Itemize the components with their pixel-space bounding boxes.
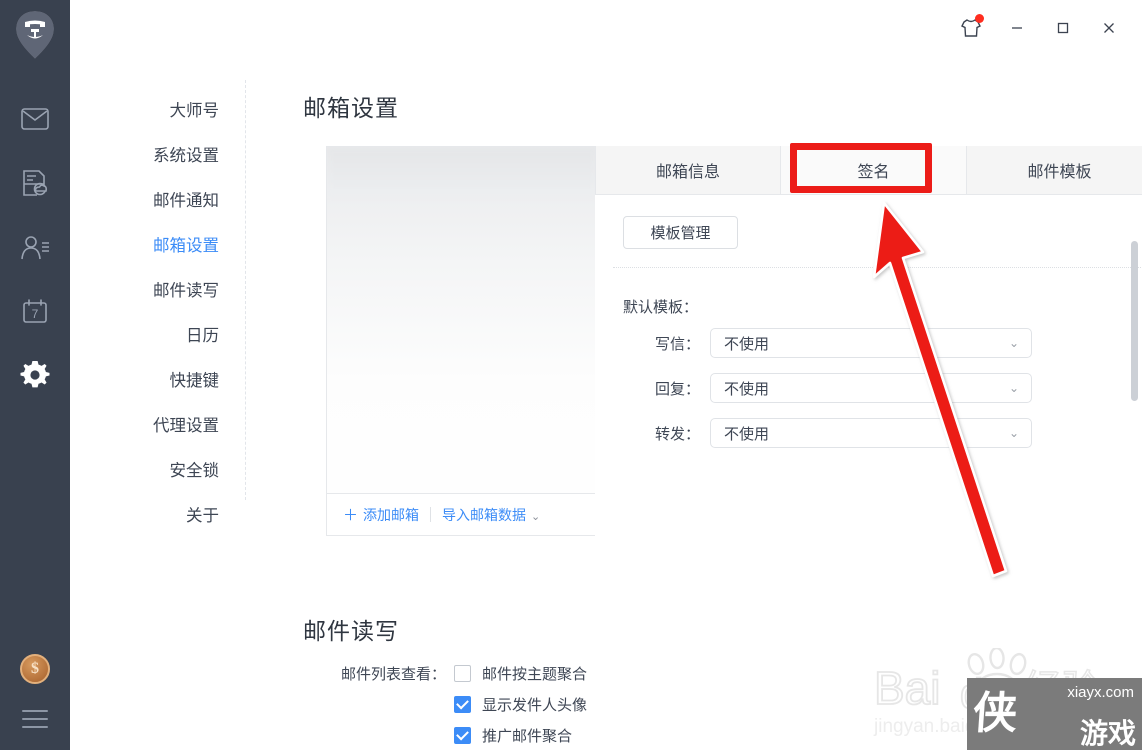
notification-dot (975, 14, 984, 23)
tab-label: 邮箱信息 (655, 164, 720, 181)
chevron-down-icon: ⌄ (531, 510, 541, 523)
tab-mail-template[interactable]: 邮件模板 (967, 146, 1142, 195)
scrollbar-track[interactable] (1131, 56, 1140, 750)
field-label: 转发： (654, 425, 700, 443)
checkbox-row-show-sender-avatar[interactable]: 显示发件人头像 (454, 694, 587, 715)
minimize-button[interactable] (994, 8, 1040, 48)
add-mailbox-label: 添加邮箱 (363, 507, 420, 523)
page-title: 邮箱设置 (303, 95, 399, 121)
nav-label: 日历 (186, 326, 219, 345)
main-content: 邮箱设置 ＋添加邮箱 导入邮箱数据 ⌄ 邮箱信息 签名 邮件模板 模板管理 默认… (246, 56, 1142, 750)
checkbox-show-sender-avatar[interactable] (454, 696, 471, 713)
coin-icon[interactable]: $ (20, 654, 50, 684)
xiayx-site-label: xiayx.com (1067, 684, 1134, 701)
rail-icon-list: 7 (12, 96, 58, 416)
sidebar-item-about[interactable]: 关于 (70, 491, 245, 536)
mailbox-settings-card: ＋添加邮箱 导入邮箱数据 ⌄ 邮箱信息 签名 邮件模板 模板管理 默认模板： 写… (326, 146, 1142, 536)
nav-label: 快捷键 (169, 371, 220, 390)
import-label: 导入邮箱数据 (442, 506, 527, 523)
title-bar (70, 0, 1142, 56)
chevron-down-icon: ⌄ (1008, 426, 1019, 440)
reply-template-select[interactable]: 不使用 ⌄ (710, 373, 1032, 403)
field-row-forward: 转发： 不使用 ⌄ (623, 418, 1142, 448)
sidebar-item-calendar[interactable]: 日历 (70, 311, 245, 356)
sidebar-item-proxy-settings[interactable]: 代理设置 (70, 401, 245, 446)
rail-bottom-group: $ (0, 654, 70, 750)
plus-icon: ＋ (343, 507, 359, 524)
section-divider (613, 267, 1142, 268)
add-mailbox-button[interactable]: ＋添加邮箱 (343, 504, 419, 525)
checkbox-row-group-by-subject[interactable]: 邮件按主题聚合 (454, 663, 587, 684)
sidebar-item-master-id[interactable]: 大师号 (70, 86, 245, 131)
nav-label: 大师号 (169, 101, 220, 120)
select-value: 不使用 (724, 335, 770, 353)
chevron-down-icon: ⌄ (1008, 381, 1019, 395)
field-row-reply: 回复： 不使用 ⌄ (623, 373, 1142, 403)
gear-icon[interactable] (12, 352, 58, 398)
cloud-file-icon[interactable] (12, 160, 58, 206)
xiayx-watermark-badge: xiayx.com 侠 游戏 (967, 678, 1142, 750)
xiayx-brand-big: 侠 (971, 688, 1017, 739)
template-manage-button[interactable]: 模板管理 (623, 216, 738, 249)
field-label: 写信： (654, 335, 700, 353)
mailbox-list-panel: ＋添加邮箱 导入邮箱数据 ⌄ (326, 146, 596, 536)
import-mailbox-data-button[interactable]: 导入邮箱数据 ⌄ (442, 505, 540, 525)
contacts-icon[interactable] (12, 224, 58, 270)
sidebar-item-mailbox-settings[interactable]: 邮箱设置 (70, 221, 257, 266)
skin-theme-button[interactable] (948, 8, 994, 48)
mailbox-panel-footer: ＋添加邮箱 导入邮箱数据 ⌄ (327, 493, 595, 535)
checkbox-label: 显示发件人头像 (482, 697, 588, 714)
mail-list-view-label: 邮件列表查看： (341, 666, 447, 683)
sidebar-item-mail-notification[interactable]: 邮件通知 (70, 176, 245, 221)
settings-nav: 大师号 系统设置 邮件通知 邮箱设置 邮件读写 日历 快捷键 代理设置 安全锁 … (70, 56, 257, 750)
nav-label: 代理设置 (153, 416, 219, 435)
signature-tab-panel: 模板管理 默认模板： 写信： 不使用 ⌄ 回复： 不使用 ⌄ 转发： 不使用 ⌄ (595, 195, 1142, 536)
tab-mailbox-info[interactable]: 邮箱信息 (595, 146, 781, 195)
nav-label: 邮件通知 (153, 191, 219, 210)
forward-template-select[interactable]: 不使用 ⌄ (710, 418, 1032, 448)
sidebar-item-mail-readwrite[interactable]: 邮件读写 (70, 266, 245, 311)
chevron-down-icon: ⌄ (1008, 336, 1019, 350)
footer-divider (430, 507, 432, 522)
tabs-region: 邮箱信息 签名 邮件模板 模板管理 默认模板： 写信： 不使用 ⌄ 回复： 不使… (595, 146, 1142, 536)
tab-label: 签名 (857, 164, 890, 181)
left-icon-rail: 7 $ (0, 0, 70, 750)
mail-icon[interactable] (12, 96, 58, 142)
tab-label: 邮件模板 (1027, 164, 1092, 181)
masked-content-region (327, 147, 595, 195)
svg-text:7: 7 (32, 307, 39, 321)
scrollbar-thumb[interactable] (1131, 241, 1138, 401)
checkbox-row-promo-grouping[interactable]: 推广邮件聚合 (454, 725, 572, 746)
select-value: 不使用 (724, 380, 770, 398)
calendar-icon[interactable]: 7 (12, 288, 58, 334)
hamburger-menu-icon[interactable] (22, 710, 48, 728)
tab-signature[interactable]: 签名 (781, 146, 967, 195)
lion-avatar-logo[interactable] (13, 10, 57, 60)
select-value: 不使用 (724, 425, 770, 443)
nav-label: 关于 (186, 506, 219, 525)
app-window: 7 $ 大师号 系统设置 邮件通知 邮箱设置 邮件读写 日历 快捷键 代理设置 … (0, 0, 1142, 750)
checkbox-group-by-subject[interactable] (454, 665, 471, 682)
checkbox-label: 邮件按主题聚合 (482, 666, 588, 683)
field-row-compose: 写信： 不使用 ⌄ (623, 328, 1142, 358)
nav-label: 系统设置 (153, 146, 219, 165)
tab-bar: 邮箱信息 签名 邮件模板 (595, 146, 1142, 195)
section-title-mail-readwrite: 邮件读写 (303, 618, 399, 644)
compose-template-select[interactable]: 不使用 ⌄ (710, 328, 1032, 358)
sidebar-item-system-settings[interactable]: 系统设置 (70, 131, 245, 176)
default-template-label: 默认模板： (623, 299, 699, 316)
sidebar-item-shortcuts[interactable]: 快捷键 (70, 356, 245, 401)
xiayx-brand-small: 游戏 (1079, 717, 1136, 750)
maximize-button[interactable] (1040, 8, 1086, 48)
nav-label: 邮件读写 (153, 281, 219, 300)
close-button[interactable] (1086, 8, 1132, 48)
checkbox-label: 推广邮件聚合 (482, 728, 573, 745)
nav-label: 安全锁 (169, 461, 220, 480)
nav-label: 邮箱设置 (153, 236, 219, 255)
field-label: 回复： (654, 380, 700, 398)
checkbox-promo-grouping[interactable] (454, 727, 471, 744)
sidebar-item-security-lock[interactable]: 安全锁 (70, 446, 245, 491)
